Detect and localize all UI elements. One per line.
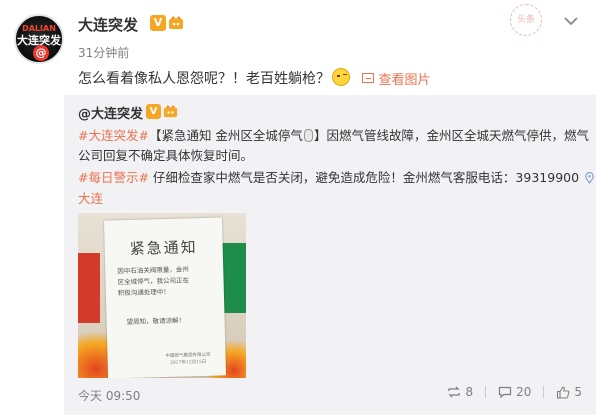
repost-text-line-2: 公司回复不确定具体恢复时间。 [78,148,254,163]
repost-text: 【紧急通知 金州区全城停气 [148,128,303,143]
thumbs-up-icon [557,385,570,399]
comment-count: 20 [516,385,532,399]
post-body: 怎么看着像私人恩怨呢？！老百姓躺枪？ 查看图片 [78,68,430,88]
comment-icon [498,386,512,398]
location-pin-icon [585,172,594,184]
notice-body: 因中石油关阀限量，金州 区全城停气，我公司正在 积极沟通处理中！ [117,265,190,298]
topic-tag-daily-warning[interactable]: #每日警示# [78,170,149,185]
topic-tag-dalian[interactable]: #大连突发# [78,128,149,143]
like-count: 5 [574,385,582,399]
location-link[interactable]: 大连 [78,191,103,206]
author-avatar[interactable]: DALIAN 大连突发 @ [14,14,64,64]
chevron-down-icon[interactable] [562,14,580,28]
repost-text-line-3: #每日警示# 仔细检查家中燃气是否关闭，避免造成危险！金州燃气客服电话：3931… [78,167,594,186]
avatar-at-icon: @ [33,45,49,61]
repost-text: 】因燃气管线故障，金州区全城天燃气停供，燃气 [313,128,589,143]
photo-red-panel [78,253,100,323]
notice-paper: 紧急通知 因中石油关阀限量，金州 区全城停气，我公司正在 积极沟通处理中！ 望周… [103,217,227,378]
emoji-wink-icon [332,68,350,86]
repost-timestamp[interactable]: 今天 09:50 [78,387,140,404]
weibo-post-card: DALIAN 大连突发 @ 大连突发 V 31分钟前 头条 怎么看着像私人恩怨呢… [0,0,596,415]
comment-button[interactable]: 20 [498,385,531,399]
action-divider [543,386,545,398]
member-crown-icon[interactable] [168,15,184,31]
microphone-icon [303,129,313,142]
verified-v-icon[interactable]: V [150,15,166,31]
notice-thanks: 望周知，敬请谅解！ [126,316,186,327]
reposted-content: @大连突发 V #大连突发#【紧急通知 金州区全城停气 】因燃气管线故障，金州区全… [64,95,596,415]
member-crown-icon[interactable] [163,104,178,119]
author-name[interactable]: 大连突发 [78,14,138,35]
repost-text-line-1: #大连突发#【紧急通知 金州区全城停气 】因燃气管线故障，金州区全城天燃气停供，燃… [78,125,589,144]
stamp-icon: 头条 [510,4,542,36]
repost-text: 仔细检查家中燃气是否关闭，避免造成危险！金州燃气客服电话：39319900 [148,170,580,185]
view-image-link[interactable]: 查看图片 [362,69,430,88]
verified-v-icon[interactable]: V [146,104,161,119]
repost-count: 8 [465,385,474,399]
action-divider [485,386,487,398]
notice-title: 紧急通知 [129,238,198,258]
repost-button[interactable]: 8 [447,385,473,399]
repost-author[interactable]: @大连突发 [78,103,143,122]
post-text: 怎么看着像私人恩怨呢？！老百姓躺枪？ [78,71,330,87]
post-timestamp[interactable]: 31分钟前 [78,44,129,61]
view-image-label: 查看图片 [378,72,431,88]
notice-signature: 中国燃气集团有限公司 2017年12月15日 [165,352,211,366]
repost-photo[interactable]: 紧急通知 因中石油关阀限量，金州 区全城停气，我公司正在 积极沟通处理中！ 望周… [78,213,246,378]
like-button[interactable]: 5 [556,385,582,399]
repost-actions: 8 20 5 [447,385,582,399]
repost-text-line-4: 大连 [78,188,103,207]
repost-icon [448,386,461,398]
image-icon [362,73,375,83]
